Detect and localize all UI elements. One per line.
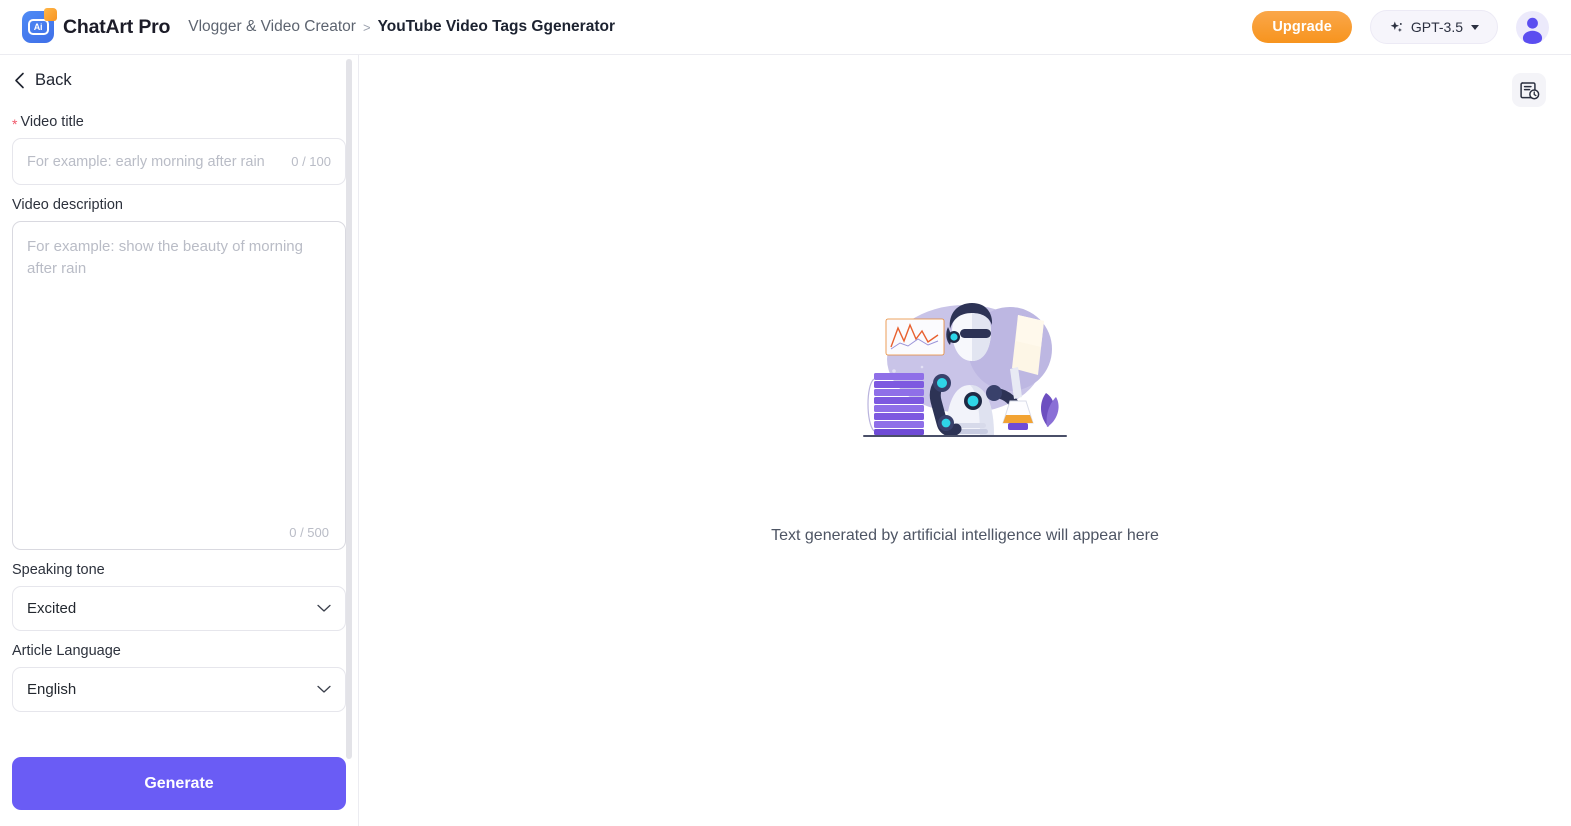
app-body: Back * Video title For example: early mo… <box>0 55 1571 826</box>
sidebar-scroll-area: Back * Video title For example: early mo… <box>0 55 358 743</box>
back-label: Back <box>35 71 72 89</box>
history-button[interactable] <box>1512 73 1546 107</box>
video-title-placeholder: For example: early morning after rain <box>27 153 265 170</box>
video-title-counter: 0 / 100 <box>291 154 331 169</box>
speaking-tone-value: Excited <box>27 600 77 617</box>
empty-state: Text generated by artificial intelligenc… <box>771 297 1159 545</box>
article-language-label-text: Article Language <box>12 643 121 659</box>
breadcrumb: Vlogger & Video Creator > YouTube Video … <box>188 18 615 36</box>
article-language-select[interactable]: English <box>12 667 346 712</box>
speaking-tone-label-text: Speaking tone <box>12 562 105 578</box>
video-description-counter: 0 / 500 <box>289 525 329 540</box>
result-panel: Text generated by artificial intelligenc… <box>359 55 1571 826</box>
chevron-left-icon <box>15 72 24 89</box>
breadcrumb-parent[interactable]: Vlogger & Video Creator <box>188 18 356 36</box>
back-button[interactable]: Back <box>12 55 346 102</box>
article-language-label: Article Language <box>12 643 346 659</box>
chevron-down-icon <box>1471 24 1479 30</box>
app-logo: Ai <box>22 8 57 43</box>
ai-robot-illustration <box>863 302 1067 437</box>
speaking-tone-select[interactable]: Excited <box>12 586 346 631</box>
video-description-label: Video description <box>12 197 346 213</box>
required-asterisk: * <box>12 116 18 132</box>
video-title-label: * Video title <box>12 114 346 132</box>
user-avatar[interactable] <box>1516 10 1549 44</box>
video-description-label-text: Video description <box>12 197 123 213</box>
sidebar-scrollbar-thumb[interactable] <box>346 59 352 759</box>
empty-state-text: Text generated by artificial intelligenc… <box>771 526 1159 544</box>
sidebar-scrollbar-track[interactable] <box>346 55 355 826</box>
brand-name: ChatArt Pro <box>63 15 171 38</box>
brand[interactable]: Ai ChatArt Pro <box>22 8 171 43</box>
chevron-down-icon <box>317 685 331 693</box>
speaking-tone-label: Speaking tone <box>12 562 346 578</box>
upgrade-button[interactable]: Upgrade <box>1252 11 1352 43</box>
user-avatar-icon <box>1522 17 1543 44</box>
generate-button-container: Generate <box>0 743 358 826</box>
logo-inner-label: Ai <box>27 19 49 35</box>
video-title-label-text: Video title <box>20 114 84 130</box>
sparkle-icon <box>1390 21 1402 32</box>
model-selector[interactable]: GPT-3.5 <box>1369 10 1498 44</box>
form-sidebar: Back * Video title For example: early mo… <box>0 55 359 826</box>
video-description-placeholder: For example: show the beauty of morning … <box>27 238 303 277</box>
history-document-clock-icon <box>1519 81 1539 99</box>
logo-badge-icon <box>44 8 57 21</box>
app-root: Ai ChatArt Pro Vlogger & Video Creator >… <box>0 0 1571 826</box>
app-header: Ai ChatArt Pro Vlogger & Video Creator >… <box>0 0 1571 55</box>
article-language-value: English <box>27 681 77 698</box>
header-actions: Upgrade GPT-3.5 <box>1252 10 1549 44</box>
breadcrumb-current: YouTube Video Tags Ggenerator <box>377 18 615 35</box>
video-title-input[interactable]: For example: early morning after rain 0 … <box>12 138 346 185</box>
generate-button[interactable]: Generate <box>12 757 346 810</box>
chevron-down-icon <box>317 604 331 612</box>
model-label: GPT-3.5 <box>1410 19 1463 35</box>
video-description-textarea[interactable]: For example: show the beauty of morning … <box>12 221 346 550</box>
chevron-right-icon: > <box>362 19 371 35</box>
